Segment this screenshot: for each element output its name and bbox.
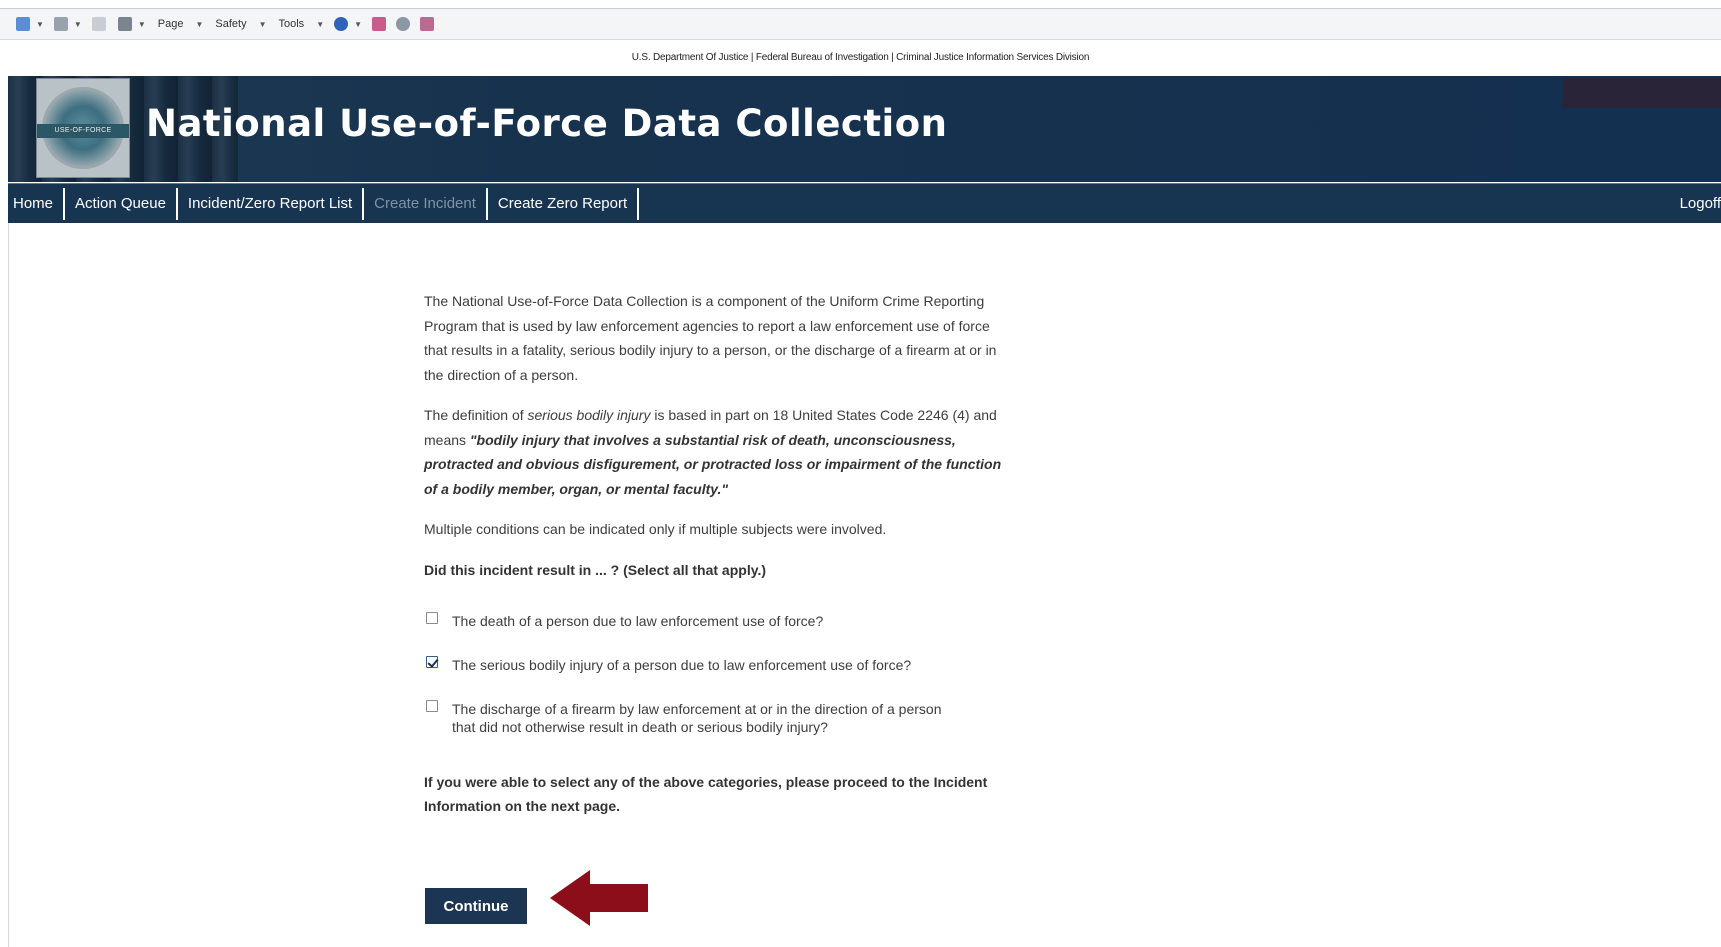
safety-menu[interactable]: Safety: [215, 18, 246, 30]
definition-quote: "bodily injury that involves a substanti…: [424, 431, 1002, 497]
help-icon[interactable]: [334, 17, 349, 31]
definition-prefix: The definition of: [424, 407, 528, 423]
print-icon[interactable]: [117, 17, 132, 31]
site-banner: USE-OF-FORCE National Use-of-Force Data …: [8, 76, 1721, 182]
browser-command-bar: ▼ ▼ ▼ Page ▼ Safety ▼ Tools ▼ ▼: [0, 8, 1721, 40]
option-death[interactable]: The death of a person due to law enforce…: [424, 611, 1004, 630]
definition-term: serious bodily injury: [527, 407, 651, 423]
page-title: National Use-of-Force Data Collection: [146, 102, 948, 145]
option-firearm-discharge[interactable]: The discharge of a firearm by law enforc…: [424, 699, 1004, 736]
research-icon[interactable]: [372, 17, 387, 31]
page-left-border: [8, 223, 9, 947]
chevron-down-icon[interactable]: ▼: [138, 20, 146, 29]
logoff-link[interactable]: Logoff: [1680, 184, 1721, 224]
main-nav: Home Action Queue Incident/Zero Report L…: [8, 183, 1721, 223]
chevron-down-icon[interactable]: ▼: [36, 20, 44, 29]
mail-icon[interactable]: [91, 17, 106, 31]
chevron-down-icon[interactable]: ▼: [354, 20, 362, 29]
option-death-label: The death of a person due to law enforce…: [452, 612, 824, 629]
home-icon[interactable]: [16, 17, 30, 31]
continue-button[interactable]: Continue: [425, 888, 527, 924]
option-firearm-discharge-label: The discharge of a firearm by law enforc…: [452, 700, 942, 735]
death-checkbox[interactable]: [426, 611, 438, 624]
use-of-force-seal-icon: USE-OF-FORCE: [36, 78, 130, 178]
seal-emblem: USE-OF-FORCE: [37, 87, 129, 169]
nav-create-incident: Create Incident: [364, 187, 488, 220]
nav-home[interactable]: Home: [8, 187, 66, 220]
main-content: The National Use-of-Force Data Collectio…: [424, 289, 1004, 818]
serious-injury-checkbox[interactable]: [426, 655, 438, 668]
chevron-down-icon: ▼: [258, 19, 267, 29]
chevron-down-icon[interactable]: ▼: [74, 20, 82, 29]
addon-icon[interactable]: [420, 17, 435, 31]
arrow-left-icon: [550, 870, 648, 926]
nav-incident-zero-report-list[interactable]: Incident/Zero Report List: [178, 187, 365, 220]
tools-menu[interactable]: Tools: [279, 18, 305, 30]
gear-icon[interactable]: [396, 17, 411, 31]
banner-accent: [1563, 78, 1721, 108]
multiple-note: Multiple conditions can be indicated onl…: [424, 521, 887, 537]
option-serious-injury[interactable]: The serious bodily injury of a person du…: [424, 655, 1004, 674]
firearm-discharge-checkbox[interactable]: [426, 699, 438, 712]
agency-line: U.S. Department Of Justice | Federal Bur…: [0, 41, 1721, 75]
feeds-icon[interactable]: [53, 17, 68, 31]
option-serious-injury-label: The serious bodily injury of a person du…: [452, 656, 912, 673]
intro-paragraph: The National Use-of-Force Data Collectio…: [424, 293, 997, 383]
nav-action-queue[interactable]: Action Queue: [65, 187, 178, 220]
nav-create-zero-report[interactable]: Create Zero Report: [488, 187, 640, 220]
definition-paragraph: The definition of serious bodily injury …: [424, 403, 1004, 501]
seal-band-text: USE-OF-FORCE: [37, 124, 129, 138]
chevron-down-icon: ▼: [316, 19, 325, 29]
question-heading: Did this incident result in ... ? (Selec…: [424, 561, 767, 578]
proceed-instructions: If you were able to select any of the ab…: [424, 773, 988, 814]
chevron-down-icon: ▼: [195, 19, 204, 29]
page-menu[interactable]: Page: [158, 18, 184, 30]
